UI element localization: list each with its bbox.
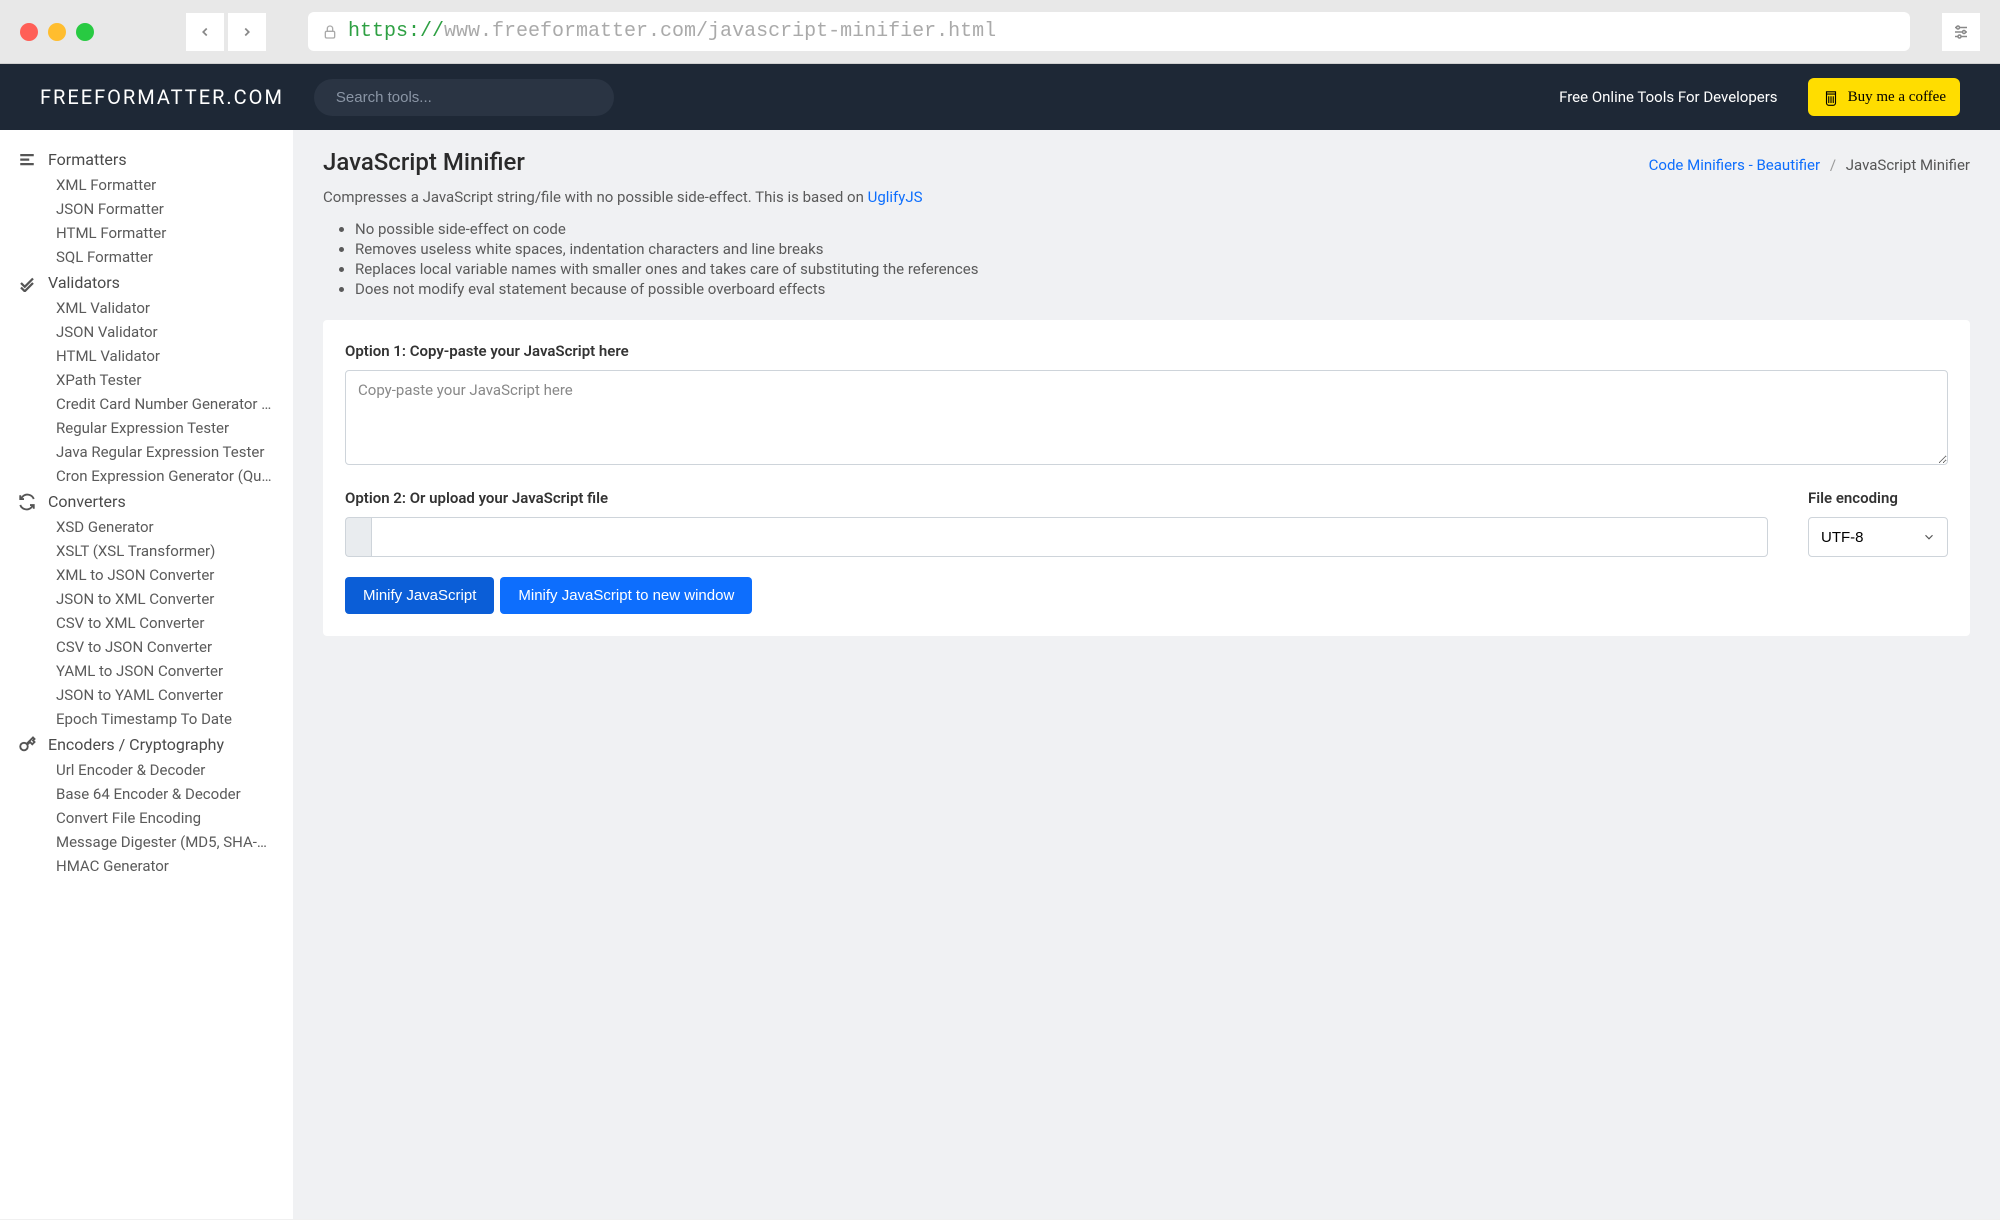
sidebar-section-label: Converters [48,492,126,511]
button-row: Minify JavaScript Minify JavaScript to n… [345,577,1948,614]
minify-new-window-button[interactable]: Minify JavaScript to new window [500,577,752,614]
close-window-button[interactable] [20,23,38,41]
coffee-icon [1822,86,1840,108]
uglifyjs-link[interactable]: UglifyJS [868,188,923,206]
coffee-label: Buy me a coffee [1848,89,1946,106]
settings-button[interactable] [1942,13,1980,51]
encoders-icon [18,736,36,754]
maximize-window-button[interactable] [76,23,94,41]
feature-item: Replaces local variable names with small… [355,260,1970,278]
sidebar-item[interactable]: HMAC Generator [0,854,293,878]
sidebar-item[interactable]: HTML Formatter [0,221,293,245]
page-header: JavaScript Minifier Code Minifiers - Bea… [323,148,1970,176]
formatters-icon [18,151,36,169]
sidebar-item[interactable]: XML Formatter [0,173,293,197]
chevron-left-icon [198,25,212,39]
page-wrap: FormattersXML FormatterJSON FormatterHTM… [0,130,2000,1219]
sidebar-section-encoders[interactable]: Encoders / Cryptography [0,731,293,758]
sidebar-item[interactable]: JSON to XML Converter [0,587,293,611]
lock-icon [322,24,338,40]
breadcrumb-parent[interactable]: Code Minifiers - Beautifier [1649,156,1820,174]
sidebar-item[interactable]: CSV to XML Converter [0,611,293,635]
feature-item: No possible side-effect on code [355,220,1970,238]
sidebar-item[interactable]: Cron Expression Generator (Quartz) [0,464,293,488]
minify-button[interactable]: Minify JavaScript [345,577,494,614]
sidebar-section-label: Formatters [48,150,127,169]
browser-chrome: https://www.freeformatter.com/javascript… [0,0,2000,64]
intro-text: Compresses a JavaScript string/file with… [323,188,1970,206]
sidebar-item[interactable]: SQL Formatter [0,245,293,269]
sidebar-section-label: Encoders / Cryptography [48,735,224,754]
sidebar: FormattersXML FormatterJSON FormatterHTM… [0,130,293,1219]
sidebar-item[interactable]: XML Validator [0,296,293,320]
search-input[interactable] [314,79,614,116]
sidebar-section-converters[interactable]: Converters [0,488,293,515]
sliders-icon [1952,23,1970,41]
tagline: Free Online Tools For Developers [1559,88,1777,106]
buy-coffee-button[interactable]: Buy me a coffee [1808,78,1960,116]
url-bar[interactable]: https://www.freeformatter.com/javascript… [308,12,1910,51]
breadcrumb: Code Minifiers - Beautifier / JavaScript… [1649,156,1970,174]
sidebar-item[interactable]: CSV to JSON Converter [0,635,293,659]
sidebar-item[interactable]: XPath Tester [0,368,293,392]
forward-button[interactable] [228,13,266,51]
features-list: No possible side-effect on code Removes u… [323,220,1970,298]
validators-icon [18,274,36,292]
back-button[interactable] [186,13,224,51]
javascript-input[interactable] [345,370,1948,465]
url-protocol: https:// [348,20,444,43]
file-display [371,517,1768,557]
site-header: FREEFORMATTER.COM Free Online Tools For … [0,64,2000,130]
main-content: JavaScript Minifier Code Minifiers - Bea… [293,130,2000,1219]
sidebar-item[interactable]: Credit Card Number Generator & V... [0,392,293,416]
sidebar-item[interactable]: Base 64 Encoder & Decoder [0,782,293,806]
sidebar-item[interactable]: Epoch Timestamp To Date [0,707,293,731]
breadcrumb-current: JavaScript Minifier [1846,156,1970,174]
encoding-select[interactable]: UTF-8 [1808,517,1948,557]
sidebar-section-validators[interactable]: Validators [0,269,293,296]
sidebar-item[interactable]: JSON Validator [0,320,293,344]
sidebar-item[interactable]: Message Digester (MD5, SHA-256, ... [0,830,293,854]
sidebar-section-formatters[interactable]: Formatters [0,146,293,173]
encoding-label: File encoding [1808,489,1948,507]
sidebar-item[interactable]: Convert File Encoding [0,806,293,830]
form-card: Option 1: Copy-paste your JavaScript her… [323,320,1970,636]
option1-label: Option 1: Copy-paste your JavaScript her… [345,342,1948,360]
traffic-lights [20,23,94,41]
sidebar-item[interactable]: Java Regular Expression Tester [0,440,293,464]
sidebar-item[interactable]: XSLT (XSL Transformer) [0,539,293,563]
sidebar-item[interactable]: JSON Formatter [0,197,293,221]
sidebar-item[interactable]: XML to JSON Converter [0,563,293,587]
form-row: Option 2: Or upload your JavaScript file… [345,489,1948,557]
logo[interactable]: FREEFORMATTER.COM [40,85,284,109]
minimize-window-button[interactable] [48,23,66,41]
sidebar-item[interactable]: YAML to JSON Converter [0,659,293,683]
sidebar-item[interactable]: Regular Expression Tester [0,416,293,440]
breadcrumb-separator: / [1830,156,1836,174]
chevron-right-icon [240,25,254,39]
page-title: JavaScript Minifier [323,148,525,176]
converters-icon [18,493,36,511]
sidebar-item[interactable]: Url Encoder & Decoder [0,758,293,782]
sidebar-item[interactable]: XSD Generator [0,515,293,539]
sidebar-item[interactable]: JSON to YAML Converter [0,683,293,707]
sidebar-section-label: Validators [48,273,120,292]
file-input[interactable] [345,517,1768,557]
url-rest: www.freeformatter.com/javascript-minifie… [444,20,996,43]
feature-item: Does not modify eval statement because o… [355,280,1970,298]
nav-buttons [186,13,266,51]
file-browse-button[interactable] [345,517,371,557]
feature-item: Removes useless white spaces, indentatio… [355,240,1970,258]
sidebar-item[interactable]: HTML Validator [0,344,293,368]
option2-label: Option 2: Or upload your JavaScript file [345,489,1768,507]
